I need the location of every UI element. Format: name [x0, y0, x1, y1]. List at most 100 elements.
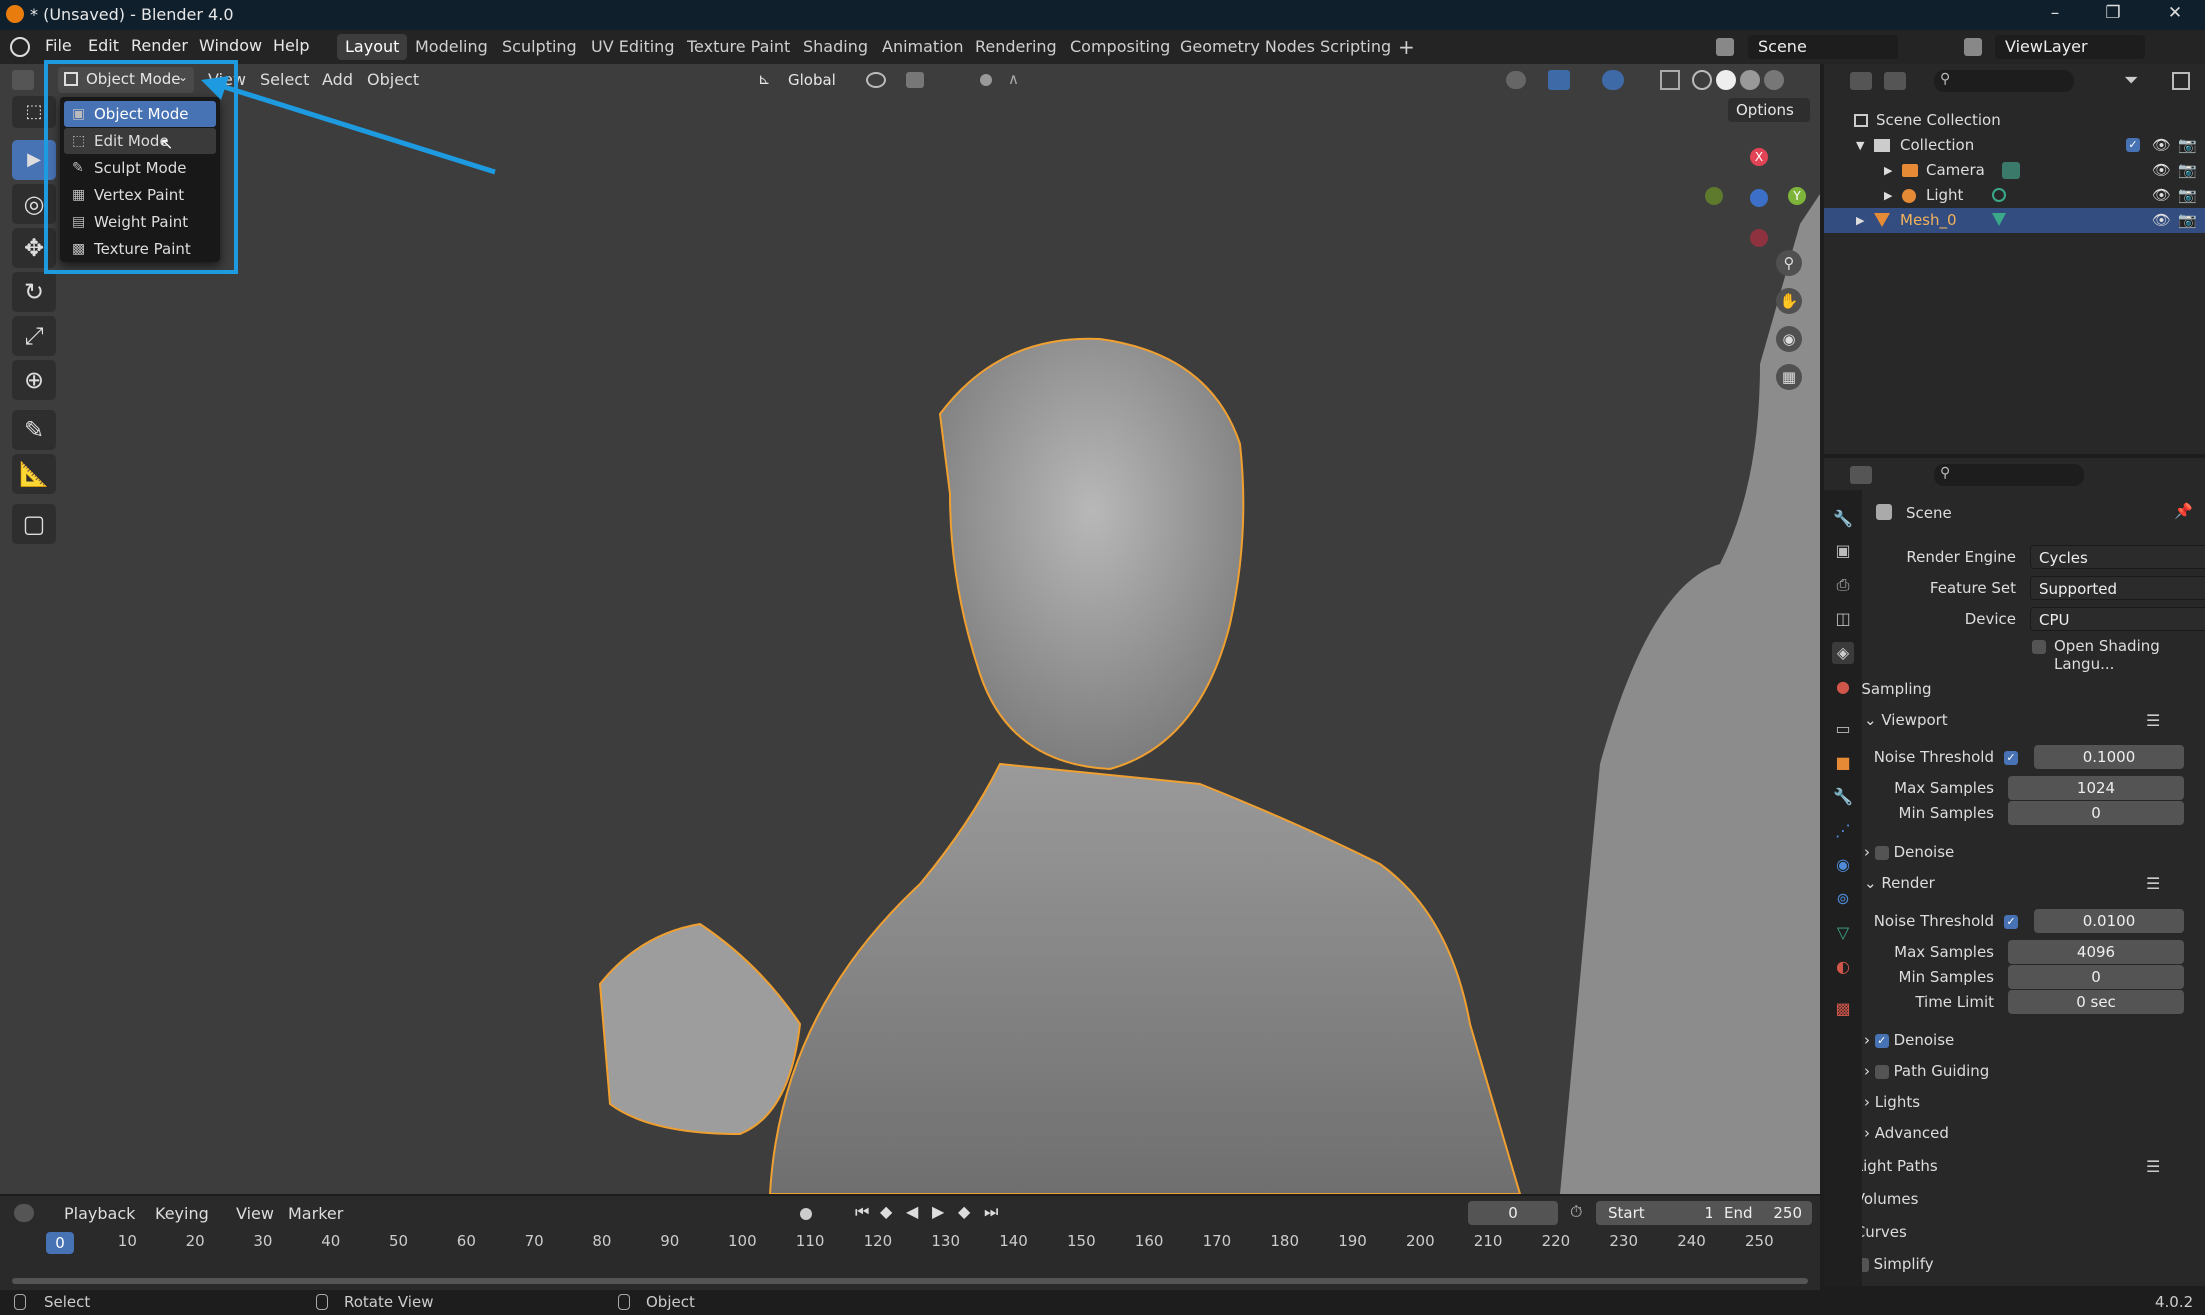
physics-tab-icon[interactable]: ◉ — [1832, 854, 1854, 876]
scene-tab-icon[interactable]: ◈ — [1832, 642, 1854, 664]
world-tab-icon[interactable]: ● — [1832, 676, 1854, 698]
object-tab-icon[interactable]: ■ — [1832, 752, 1854, 774]
camera-view-icon[interactable]: ◉ — [1776, 326, 1802, 352]
gizmo-toggle-icon[interactable] — [1548, 70, 1570, 90]
menu-marker[interactable]: Marker — [288, 1204, 343, 1223]
scene-field[interactable]: Scene — [1748, 35, 1898, 59]
3d-viewport[interactable]: X Y ⚲ ✋ ◉ ▦ — [0, 64, 1820, 1194]
timeline-editor-icon[interactable] — [14, 1204, 34, 1222]
menu-keying[interactable]: Keying — [155, 1204, 209, 1223]
proportional-editing-icon[interactable] — [980, 74, 992, 86]
camera-render-icon[interactable]: 📷 — [2178, 158, 2197, 183]
gizmo-neg-x[interactable] — [1750, 229, 1768, 247]
presets-icon[interactable]: ☰ — [2146, 1157, 2160, 1176]
texture-tab-icon[interactable]: ▩ — [1832, 998, 1854, 1020]
play-icon[interactable]: ▶ — [932, 1202, 944, 1221]
xray-toggle-icon[interactable] — [1660, 70, 1680, 90]
advanced-section[interactable]: › Advanced — [1864, 1124, 1949, 1142]
presets-icon[interactable]: ☰ — [2146, 711, 2160, 730]
minimize-button[interactable]: – — [2035, 3, 2075, 27]
expand-arrow-icon[interactable]: ▶ — [1884, 158, 1892, 183]
tab-rendering[interactable]: Rendering — [967, 34, 1065, 60]
scene-icon[interactable] — [1716, 38, 1734, 56]
transform-orientation[interactable]: ⊾ Global — [758, 67, 854, 93]
gizmo-x-axis[interactable]: X — [1750, 148, 1768, 166]
render-denoise[interactable]: › ✓ Denoise — [1864, 1031, 1954, 1049]
gizmo-y-axis[interactable]: Y — [1788, 187, 1806, 205]
constraints-tab-icon[interactable]: ⊚ — [1832, 888, 1854, 910]
outliner-item-camera[interactable]: ▶ Camera 👁 📷 — [1824, 158, 2205, 183]
viewport-noise-checkbox[interactable]: ✓ — [2004, 751, 2018, 765]
navigation-gizmo[interactable]: X Y — [1705, 144, 1806, 254]
camera-render-icon[interactable]: 📷 — [2178, 208, 2197, 233]
particles-tab-icon[interactable]: ⋰ — [1832, 820, 1854, 842]
outliner-collection[interactable]: ▼ Collection ✓ 👁 📷 — [1824, 133, 2205, 158]
expand-arrow-icon[interactable]: ▶ — [1856, 208, 1864, 233]
render-tab-icon[interactable]: ▣ — [1832, 540, 1854, 562]
properties-editor-icon[interactable] — [1850, 466, 1872, 484]
outliner-item-mesh[interactable]: ▶ Mesh_0 👁 📷 — [1824, 208, 2205, 233]
perspective-toggle-icon[interactable]: ▦ — [1776, 364, 1802, 390]
blender-menu-icon[interactable] — [10, 37, 30, 57]
transform-tool[interactable]: ⊕ — [12, 360, 56, 400]
viewport-max-field[interactable]: 1024 — [2008, 776, 2184, 800]
rendered-shading-icon[interactable] — [1764, 70, 1784, 90]
zoom-icon[interactable]: ⚲ — [1776, 250, 1802, 276]
measure-tool[interactable]: 📐 — [12, 454, 56, 494]
render-max-field[interactable]: 4096 — [2008, 940, 2184, 964]
tab-sculpting[interactable]: Sculpting — [494, 34, 585, 60]
path-guiding-section[interactable]: › Path Guiding — [1864, 1062, 1989, 1080]
snap-icon[interactable] — [906, 72, 924, 88]
view-layer-tab-icon[interactable]: ◫ — [1832, 608, 1854, 630]
tab-uv-editing[interactable]: UV Editing — [583, 34, 682, 60]
render-noise-checkbox[interactable]: ✓ — [2004, 915, 2018, 929]
play-reverse-icon[interactable]: ◀ — [906, 1202, 918, 1221]
eye-icon[interactable]: 👁 — [2152, 208, 2171, 233]
render-noise-field[interactable]: 0.0100 — [2034, 909, 2184, 933]
scale-tool[interactable]: ⤢ — [12, 316, 56, 356]
camera-render-icon[interactable]: 📷 — [2178, 133, 2197, 158]
visibility-toggle-icon[interactable] — [1506, 71, 1526, 89]
viewlayer-field[interactable]: ViewLayer — [1995, 35, 2145, 59]
denoise-checkbox[interactable] — [1874, 845, 1889, 860]
falloff-icon[interactable]: ∧ — [1008, 70, 1019, 88]
time-limit-field[interactable]: 0 sec — [2008, 990, 2184, 1014]
pin-icon[interactable]: 📌 — [2174, 502, 2193, 520]
menu-window[interactable]: Window — [199, 36, 262, 55]
stopwatch-icon[interactable]: ⏱ — [1570, 1202, 1582, 1222]
add-cube-tool[interactable]: ▢ — [12, 504, 56, 544]
jump-start-icon[interactable]: ⏮ — [855, 1202, 869, 1222]
presets-icon[interactable]: ☰ — [2146, 874, 2160, 893]
feature-set-dropdown[interactable]: Supported — [2030, 576, 2205, 600]
solid-shading-icon[interactable] — [1716, 70, 1736, 90]
menu-timeline-view[interactable]: View — [236, 1204, 274, 1223]
start-frame-field[interactable]: Start 1 — [1596, 1201, 1726, 1225]
outliner-scene-collection[interactable]: Scene Collection — [1824, 108, 2205, 133]
display-mode-icon[interactable] — [1884, 72, 1906, 90]
render-engine-dropdown[interactable]: Cycles — [2030, 545, 2205, 569]
eye-icon[interactable]: 👁 — [2152, 183, 2171, 208]
properties-search-input[interactable]: ⚲ — [1934, 464, 2084, 486]
menu-edit[interactable]: Edit — [88, 36, 119, 55]
viewport-min-field[interactable]: 0 — [2008, 801, 2184, 825]
collection-tab-icon[interactable]: ▭ — [1832, 718, 1854, 740]
annotate-tool[interactable]: ✎ — [12, 410, 56, 450]
outliner-editor-icon[interactable] — [1850, 72, 1872, 90]
osl-checkbox[interactable] — [2032, 640, 2046, 654]
device-dropdown[interactable]: CPU — [2030, 607, 2205, 631]
next-keyframe-icon[interactable]: ◆ — [958, 1202, 970, 1221]
viewlayer-icon[interactable] — [1964, 38, 1982, 56]
end-frame-field[interactable]: End 250 — [1712, 1201, 1812, 1225]
material-tab-icon[interactable]: ◐ — [1832, 956, 1854, 978]
denoise-checkbox[interactable]: ✓ — [1874, 1033, 1889, 1048]
new-collection-icon[interactable] — [2172, 72, 2190, 90]
render-min-field[interactable]: 0 — [2008, 965, 2184, 989]
filter-icon[interactable]: ⏷ — [2124, 70, 2138, 91]
editor-type-icon[interactable] — [12, 70, 34, 90]
tab-layout[interactable]: Layout — [337, 34, 408, 60]
collection-checkbox[interactable]: ✓ — [2126, 138, 2140, 152]
camera-render-icon[interactable]: 📷 — [2178, 183, 2197, 208]
outliner-item-light[interactable]: ▶ Light 👁 📷 — [1824, 183, 2205, 208]
tab-texture-paint[interactable]: Texture Paint — [679, 34, 798, 60]
tab-shading[interactable]: Shading — [795, 34, 876, 60]
